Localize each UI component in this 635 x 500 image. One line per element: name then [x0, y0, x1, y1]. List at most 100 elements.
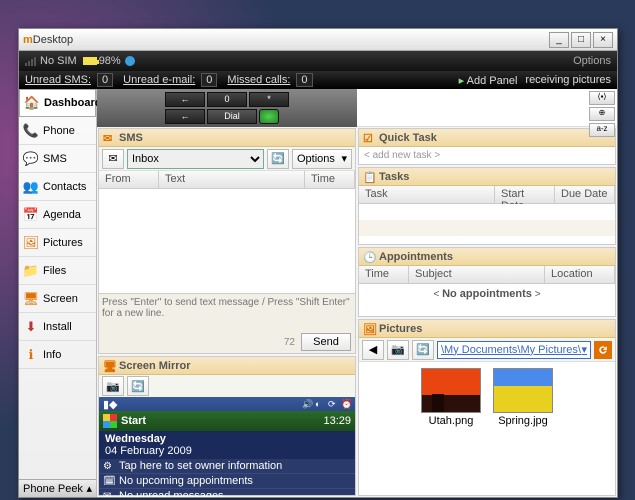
- sms-panel: ✉SMS ✉ Inbox 🔄 Options▾ From Text Time: [98, 128, 356, 354]
- dialer-star-button[interactable]: *: [249, 92, 289, 107]
- phone-today-row[interactable]: ✉No unread messages: [99, 489, 355, 497]
- phone-start-label: Start: [121, 415, 146, 427]
- picture-thumbnail: [421, 368, 481, 413]
- picture-item[interactable]: Utah.png: [421, 368, 481, 427]
- pic-back-button[interactable]: ◀: [362, 340, 384, 360]
- picture-name: Spring.jpg: [493, 415, 553, 427]
- pictures-title: Pictures: [379, 323, 422, 335]
- sms-folder-select[interactable]: Inbox: [127, 149, 264, 169]
- dialer-back-button[interactable]: ←: [165, 92, 205, 107]
- sms-icon: ✉: [103, 132, 115, 144]
- sms-icon: 💬: [23, 151, 39, 167]
- phone-signal-icon: ▮◆: [103, 398, 118, 411]
- top-blank-panel: ⟨▪⟩ ⊕ a-z: [357, 89, 617, 127]
- pictures-icon: 🖼: [363, 323, 375, 335]
- sms-new-button[interactable]: ✉: [102, 149, 124, 169]
- missed-calls-count: 0: [296, 73, 312, 87]
- pictures-panel: 🖼 Pictures ◀ 📷 🔄 \My Documents\My Picture…: [358, 319, 616, 496]
- sidebar: 🏠Dashboard 📞 Phone 💬SMS👥Contacts📅Agenda🖼Pic…: [19, 89, 97, 497]
- mirror-capture-button[interactable]: 📷: [102, 376, 124, 396]
- tasks-panel: 📋Tasks Task Start Date Due Date: [358, 167, 616, 245]
- battery-pct: 98%: [99, 55, 121, 67]
- sidebar-item-label: Phone: [43, 125, 75, 137]
- sms-send-button[interactable]: Send: [301, 333, 351, 351]
- quicktask-input[interactable]: < add new task >: [359, 147, 615, 164]
- sms-compose-input[interactable]: [99, 294, 355, 331]
- sidebar-item-label: Info: [43, 349, 61, 361]
- sidebar-item-label: Contacts: [43, 181, 86, 193]
- options-link[interactable]: Options: [573, 55, 611, 67]
- appt-icon: 🕒: [363, 251, 375, 263]
- view-mode-button-1[interactable]: ⟨▪⟩: [589, 91, 615, 105]
- quicktask-title: Quick Task: [379, 132, 437, 144]
- info-bar: Unread SMS: 0 Unread e-mail: 0 Missed ca…: [19, 71, 617, 89]
- phone-status-icons: 🔊◐⟳⏰: [302, 399, 351, 409]
- dashboard-icon: 🏠: [24, 95, 40, 111]
- sms-table-header: From Text Time: [99, 171, 355, 189]
- add-panel-button[interactable]: Add Panel: [459, 74, 518, 87]
- info-icon: ℹ: [23, 347, 39, 363]
- dialer-dial-button[interactable]: Dial: [207, 109, 257, 124]
- status-bar: No SIM 98% Options: [19, 51, 617, 71]
- titlebar: mDesktop _ □ ×: [19, 29, 617, 51]
- window-title: mDesktop: [23, 34, 547, 46]
- tasks-icon: 📋: [363, 171, 375, 183]
- phone-today-row[interactable]: ⚙Tap here to set owner information: [99, 459, 355, 474]
- sidebar-item-contacts[interactable]: 👥Contacts: [19, 173, 96, 201]
- screen-icon: 🖥: [23, 291, 39, 307]
- sms-char-count: 72: [284, 337, 295, 348]
- mirror-refresh-button[interactable]: 🔄: [127, 376, 149, 396]
- phone-today-row[interactable]: 🗓No upcoming appointments: [99, 474, 355, 489]
- pic-path-combo[interactable]: \My Documents\My Pictures\▾: [437, 341, 591, 359]
- dialer-zero-button[interactable]: 0: [207, 92, 247, 107]
- sidebar-item-dashboard[interactable]: 🏠Dashboard: [19, 89, 96, 117]
- phone-screen[interactable]: ▮◆ 🔊◐⟳⏰ Start 13:29 Wednesday04 February…: [99, 397, 355, 495]
- dialer-call-button[interactable]: [259, 109, 279, 124]
- sidebar-item-info[interactable]: ℹ Info: [19, 341, 96, 369]
- dialer-panel: ← 0 * ← Dial: [97, 89, 357, 127]
- sms-list[interactable]: [99, 189, 355, 293]
- phone-date: Wednesday04 February 2009: [99, 431, 355, 459]
- sms-refresh-button[interactable]: 🔄: [267, 149, 289, 169]
- appt-empty: < No appointments >: [359, 284, 615, 304]
- install-icon: ⬇: [23, 319, 39, 335]
- pic-camera-button[interactable]: 📷: [387, 340, 409, 360]
- sidebar-item-screen[interactable]: 🖥Screen: [19, 285, 96, 313]
- pic-go-button[interactable]: [594, 341, 612, 359]
- picture-item[interactable]: Spring.jpg: [493, 368, 553, 427]
- close-button[interactable]: ×: [593, 32, 613, 48]
- picture-thumbnail: [493, 368, 553, 413]
- mirror-icon: 🖥: [103, 360, 115, 372]
- pictures-icon: 🖼: [23, 235, 39, 251]
- unread-sms-link[interactable]: Unread SMS:: [25, 74, 91, 86]
- phone-icon: 📞: [23, 123, 39, 139]
- sidebar-item-phone[interactable]: 📞 Phone: [19, 117, 96, 145]
- screen-mirror-panel: 🖥 Screen Mirror 📷 🔄 ▮◆ 🔊◐⟳⏰ Start: [98, 356, 356, 496]
- mirror-title: Screen Mirror: [119, 360, 191, 372]
- battery-icon: [83, 57, 97, 65]
- tasks-list[interactable]: [359, 204, 615, 244]
- missed-calls-link[interactable]: Missed calls:: [227, 74, 290, 86]
- sidebar-item-sms[interactable]: 💬SMS: [19, 145, 96, 173]
- appt-title: Appointments: [379, 251, 453, 263]
- view-mode-button-3[interactable]: a-z: [589, 123, 615, 137]
- view-mode-button-2[interactable]: ⊕: [589, 107, 615, 121]
- sidebar-item-files[interactable]: 📁Files: [19, 257, 96, 285]
- tasks-header: Task Start Date Due Date: [359, 186, 615, 204]
- windows-logo-icon: [103, 414, 117, 428]
- sms-options-button[interactable]: Options▾: [292, 149, 352, 169]
- picture-name: Utah.png: [421, 415, 481, 427]
- sms-compose: 72 Send: [99, 293, 355, 353]
- sidebar-item-pictures[interactable]: 🖼Pictures: [19, 229, 96, 257]
- unread-email-link[interactable]: Unread e-mail:: [123, 74, 195, 86]
- pic-refresh-button[interactable]: 🔄: [412, 340, 434, 360]
- sidebar-item-agenda[interactable]: 📅Agenda: [19, 201, 96, 229]
- appt-header: Time Subject Location: [359, 266, 615, 284]
- dialer-clear-button[interactable]: ←: [165, 109, 205, 124]
- sidebar-item-label: Install: [43, 321, 72, 333]
- minimize-button[interactable]: _: [549, 32, 569, 48]
- maximize-button[interactable]: □: [571, 32, 591, 48]
- sidebar-item-install[interactable]: ⬇ Install: [19, 313, 96, 341]
- phone-peek-toggle[interactable]: Phone Peek▴: [19, 479, 96, 497]
- quicktask-icon: ☑: [363, 132, 375, 144]
